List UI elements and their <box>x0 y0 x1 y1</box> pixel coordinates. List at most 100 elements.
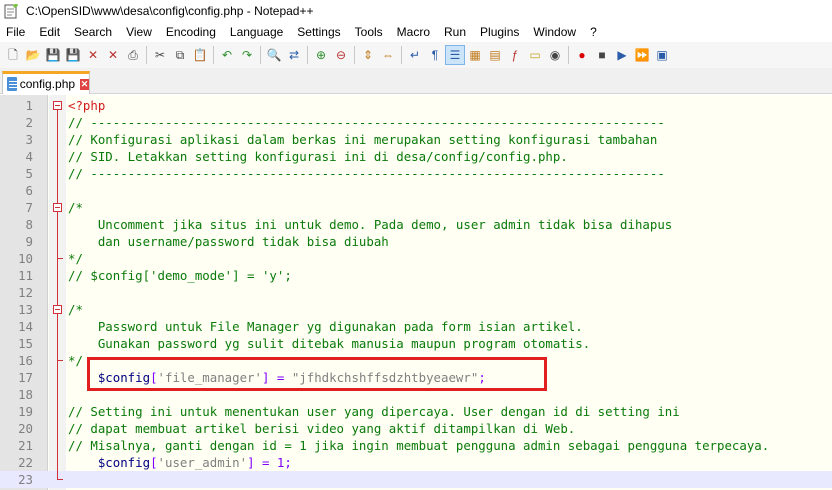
code-line[interactable]: 17 $config['file_manager'] = "jfhdkchshf… <box>0 369 832 386</box>
show-all-chars-icon[interactable]: ¶ <box>426 46 444 64</box>
zoom-out-icon[interactable]: ⊖ <box>332 46 350 64</box>
save-icon[interactable]: 💾 <box>44 46 62 64</box>
menu-search[interactable]: Search <box>67 22 119 42</box>
close-icon[interactable]: ✕ <box>84 46 102 64</box>
close-all-icon[interactable]: ✕ <box>104 46 122 64</box>
fold-toggle-icon[interactable] <box>53 305 62 314</box>
menu-help[interactable]: ? <box>583 22 604 42</box>
save-macro-icon[interactable]: ▣ <box>653 46 671 64</box>
toolbar-separator <box>307 46 308 64</box>
code-token: 'user_admin' <box>157 455 248 470</box>
folder-workspace-icon[interactable]: ▭ <box>526 46 544 64</box>
menu-run[interactable]: Run <box>437 22 473 42</box>
zoom-in-icon[interactable]: ⊕ <box>312 46 330 64</box>
line-number: 14 <box>18 319 33 334</box>
open-file-icon[interactable]: 📂 <box>24 46 42 64</box>
menu-view[interactable]: View <box>119 22 159 42</box>
code-token: */ <box>68 353 83 368</box>
code-text: */ <box>68 352 83 369</box>
code-line[interactable]: 18 <box>0 386 832 403</box>
line-number: 6 <box>25 183 33 198</box>
code-token: [ <box>150 370 158 385</box>
code-line[interactable]: 6 <box>0 182 832 199</box>
cut-icon[interactable]: ✂ <box>151 46 169 64</box>
menu-file[interactable]: File <box>0 22 32 42</box>
doc-map-icon[interactable]: ▤ <box>486 46 504 64</box>
indent-guide-icon[interactable]: ☰ <box>445 45 465 65</box>
code-line[interactable]: 7 /* <box>0 199 832 216</box>
function-list-icon[interactable]: ƒ <box>506 46 524 64</box>
close-tab-icon[interactable]: ✕ <box>80 78 89 90</box>
user-language-icon[interactable]: ▦ <box>466 46 484 64</box>
code-line[interactable]: 9 dan username/password tidak bisa diuba… <box>0 233 832 250</box>
code-token: */ <box>68 251 83 266</box>
code-line[interactable]: 2 // ------------------------------------… <box>0 114 832 131</box>
line-number: 9 <box>25 234 33 249</box>
code-line[interactable]: 8 Uncomment jika situs ini untuk demo. P… <box>0 216 832 233</box>
code-text: // -------------------------------------… <box>68 114 665 131</box>
toolbar-separator <box>213 46 214 64</box>
save-all-icon[interactable]: 💾 <box>64 46 82 64</box>
menu-tools[interactable]: Tools <box>348 22 390 42</box>
fold-guide <box>57 110 58 480</box>
code-line[interactable]: 1 <?php <box>0 97 832 114</box>
code-token: ] = <box>261 370 292 385</box>
redo-icon[interactable]: ↷ <box>238 46 256 64</box>
code-line[interactable]: 21 // Misalnya, ganti dengan id = 1 jika … <box>0 437 832 454</box>
new-file-icon[interactable]: 🗋 <box>4 46 22 64</box>
fold-toggle-icon[interactable] <box>53 101 62 110</box>
record-macro-icon[interactable]: ● <box>573 46 591 64</box>
copy-icon[interactable]: ⧉ <box>171 46 189 64</box>
code-line[interactable]: 14 Password untuk File Manager yg diguna… <box>0 318 832 335</box>
monitoring-icon[interactable]: ◉ <box>546 46 564 64</box>
tab-config-php[interactable]: config.php ✕ <box>2 71 90 94</box>
sync-horizontal-icon[interactable]: ⇔ <box>379 46 397 64</box>
find-icon[interactable]: 🔍 <box>265 46 283 64</box>
code-line[interactable]: 3 // Konfigurasi aplikasi dalam berkas in… <box>0 131 832 148</box>
code-line[interactable]: 4 // SID. Letakkan setting konfigurasi in… <box>0 148 832 165</box>
print-icon[interactable]: ⎙ <box>124 46 142 64</box>
word-wrap-icon[interactable]: ↵ <box>406 46 424 64</box>
line-number: 11 <box>18 268 33 283</box>
code-line[interactable]: 22 $config['user_admin'] = 1; <box>0 454 832 471</box>
code-line[interactable]: 23 <box>0 471 832 488</box>
play-macro-icon[interactable]: ▶ <box>613 46 631 64</box>
sync-vertical-icon[interactable]: ⇕ <box>359 46 377 64</box>
menu-settings[interactable]: Settings <box>290 22 347 42</box>
menu-window[interactable]: Window <box>526 22 583 42</box>
menu-language[interactable]: Language <box>223 22 290 42</box>
code-line[interactable]: 16 */ <box>0 352 832 369</box>
code-line[interactable]: 10 */ <box>0 250 832 267</box>
code-token: // Konfigurasi aplikasi dalam berkas ini… <box>68 132 658 147</box>
code-token: // -------------------------------------… <box>68 166 665 181</box>
paste-icon[interactable]: 📋 <box>191 46 209 64</box>
line-number: 10 <box>18 251 33 266</box>
undo-icon[interactable]: ↶ <box>218 46 236 64</box>
code-line[interactable]: 19 // Setting ini untuk menentukan user y… <box>0 403 832 420</box>
menu-plugins[interactable]: Plugins <box>473 22 526 42</box>
fold-toggle-icon[interactable] <box>53 203 62 212</box>
replace-icon[interactable]: ⇄ <box>285 46 303 64</box>
stop-record-icon[interactable]: ■ <box>593 46 611 64</box>
line-number: 7 <box>25 200 33 215</box>
code-line[interactable]: 15 Gunakan password yg sulit ditebak man… <box>0 335 832 352</box>
code-line[interactable]: 12 <box>0 284 832 301</box>
code-token: // $config['demo_mode'] = 'y'; <box>68 268 292 283</box>
code-line[interactable]: 13 /* <box>0 301 832 318</box>
code-text: <?php <box>68 97 105 114</box>
code-editor[interactable]: 1 <?php 2 // ------------------------------… <box>0 95 832 490</box>
code-text: Uncomment jika situs ini untuk demo. Pad… <box>68 216 672 233</box>
code-token: dan username/password tidak bisa diubah <box>68 234 389 249</box>
code-line[interactable]: 11 // $config['demo_mode'] = 'y'; <box>0 267 832 284</box>
menu-macro[interactable]: Macro <box>390 22 437 42</box>
code-token: ; <box>478 370 486 385</box>
file-icon <box>7 77 17 91</box>
code-line[interactable]: 5 // ------------------------------------… <box>0 165 832 182</box>
menu-encoding[interactable]: Encoding <box>159 22 223 42</box>
toolbar-separator <box>354 46 355 64</box>
title-bar: C:\OpenSID\www\desa\config\config.php - … <box>0 0 832 22</box>
run-macro-multiple-icon[interactable]: ⏩ <box>633 46 651 64</box>
code-line[interactable]: 20 // dapat membuat artikel berisi video … <box>0 420 832 437</box>
code-token: Password untuk File Manager yg digunakan… <box>68 319 583 334</box>
menu-edit[interactable]: Edit <box>32 22 67 42</box>
